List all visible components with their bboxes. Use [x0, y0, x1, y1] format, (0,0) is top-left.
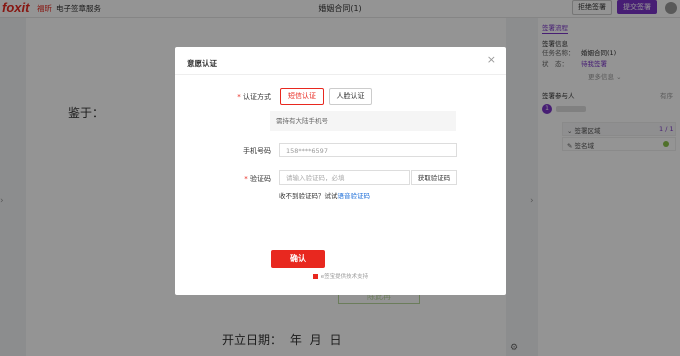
code-input[interactable]: 请输入验证码，必填	[279, 170, 410, 185]
no-code-text: 收不到验证码？试试	[279, 192, 338, 200]
dialog-footer: e签宝提供技术支持	[175, 272, 506, 280]
footer-text: e签宝提供技术支持	[320, 274, 369, 280]
code-label: * 验证码	[201, 174, 271, 184]
dialog-title: 意愿认证	[187, 59, 217, 68]
willingness-auth-dialog: 意愿认证 × * 认证方式 短信认证 人脸认证 需持有大陆手机号 手机号码 15…	[175, 47, 506, 295]
face-auth-option[interactable]: 人脸认证	[329, 88, 372, 105]
phone-label: 手机号码	[243, 147, 271, 155]
sms-auth-option[interactable]: 短信认证	[280, 88, 324, 105]
phone-field: 158****6597	[279, 143, 457, 157]
auth-method-text: 认证方式	[243, 93, 271, 101]
confirm-button[interactable]: 确认	[271, 250, 325, 268]
voice-code-link[interactable]: 语音验证码	[338, 192, 371, 200]
auth-method-label: * 认证方式	[201, 92, 271, 102]
dialog-divider	[175, 74, 506, 75]
code-label-text: 验证码	[250, 175, 271, 183]
phone-hint: 需持有大陆手机号	[270, 111, 456, 131]
get-code-button[interactable]: 获取验证码	[411, 170, 457, 185]
esign-logo-icon	[312, 274, 318, 279]
close-icon[interactable]: ×	[487, 53, 496, 66]
no-code-hint: 收不到验证码？试试语音验证码	[279, 190, 370, 200]
